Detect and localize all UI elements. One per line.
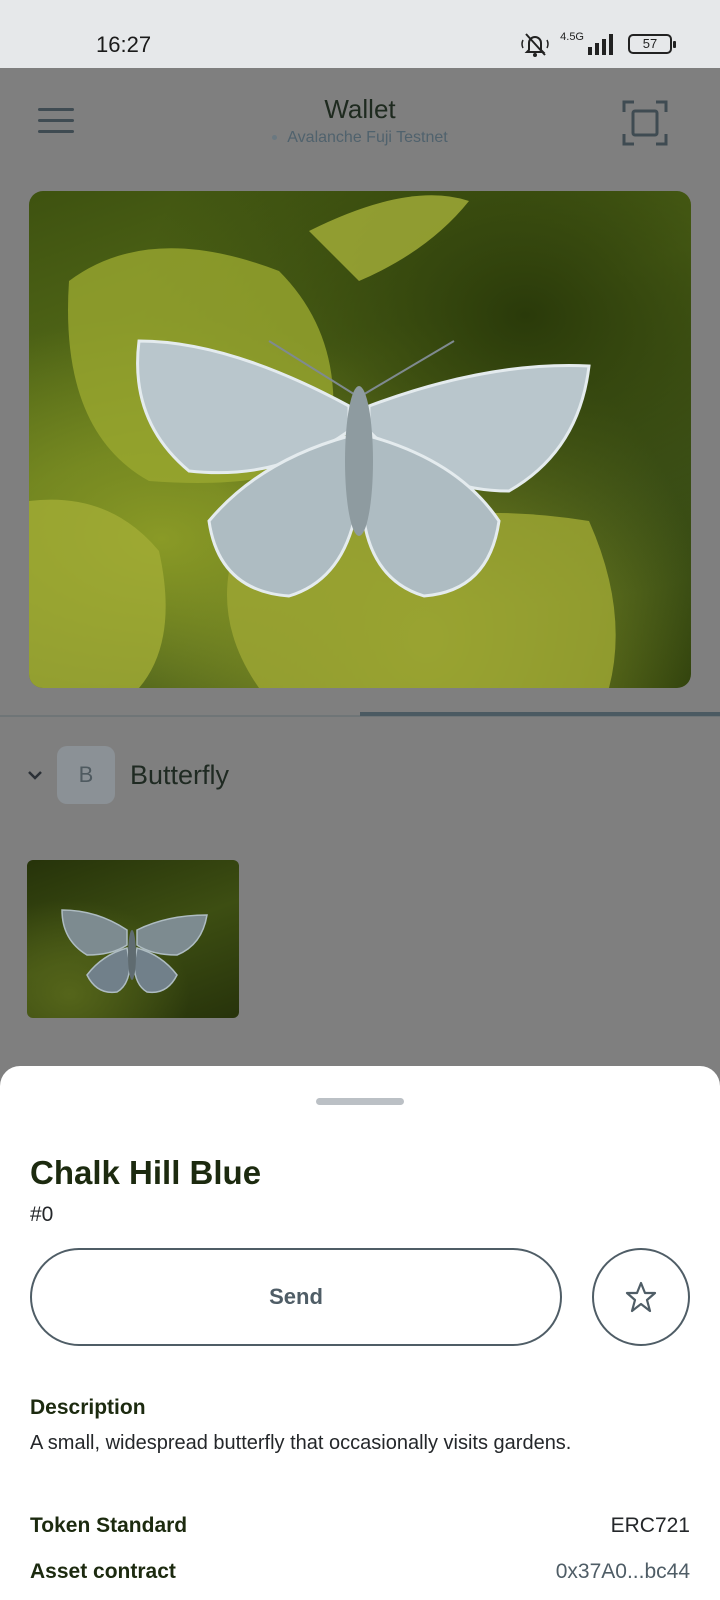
nft-image: [29, 191, 691, 688]
collection-name: Butterfly: [130, 760, 230, 790]
nft-details-sheet: Chalk Hill Blue #0 Send Description A sm…: [0, 1066, 720, 1600]
chevron-down-icon: [26, 766, 44, 784]
signal-icon: [588, 33, 618, 55]
nft-name: Chalk Hill Blue: [30, 1154, 262, 1191]
sheet-drag-handle[interactable]: [316, 1098, 404, 1105]
status-time: 16:27: [96, 32, 152, 57]
send-button[interactable]: Send: [30, 1248, 562, 1346]
star-icon: [625, 1281, 657, 1313]
asset-contract-label: Asset contract: [30, 1560, 176, 1583]
scan-icon[interactable]: [622, 100, 668, 146]
status-icons: 4.5G 57: [520, 30, 676, 58]
description-heading: Description: [30, 1396, 146, 1419]
collection-avatar: B: [57, 746, 115, 804]
token-standard-value: ERC721: [610, 1514, 690, 1537]
collection-row[interactable]: B Butterfly: [0, 746, 720, 806]
status-bar: 16:27 4.5G 57: [0, 0, 720, 68]
page-title: Wallet: [324, 94, 396, 124]
network-selector[interactable]: Avalanche Fuji Testnet: [0, 129, 720, 147]
nft-token-id: #0: [30, 1203, 54, 1226]
asset-contract-link[interactable]: 0x37A0...bc44: [556, 1560, 690, 1584]
description-text: A small, widespread butterfly that occas…: [30, 1432, 572, 1454]
network-name: Avalanche Fuji Testnet: [287, 129, 448, 146]
favorite-button[interactable]: [592, 1248, 690, 1346]
app-header: Wallet Avalanche Fuji Testnet: [0, 68, 720, 168]
tab-indicator: [360, 712, 720, 716]
battery-icon: 57: [628, 34, 676, 54]
network-status-dot: [272, 135, 278, 141]
token-standard-label: Token Standard: [30, 1514, 188, 1537]
nft-thumbnail[interactable]: [27, 860, 239, 1018]
mute-icon: [520, 30, 550, 58]
network-type: 4.5G: [560, 31, 584, 43]
